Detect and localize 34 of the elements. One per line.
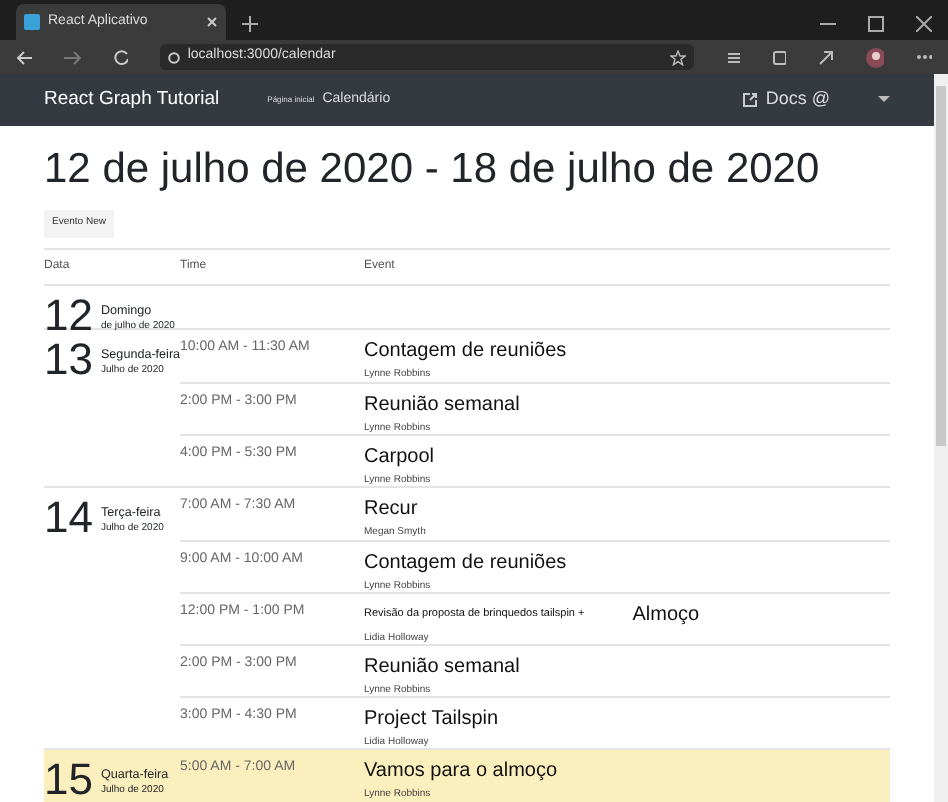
event-subject: Project Tailspin bbox=[364, 708, 501, 731]
close-icon[interactable] bbox=[206, 16, 218, 28]
star-icon[interactable] bbox=[669, 49, 686, 65]
day-number: 12 bbox=[44, 294, 93, 329]
event-subject: Reunião semanal bbox=[364, 656, 522, 679]
share-icon[interactable] bbox=[818, 49, 834, 65]
brand-link[interactable]: React Graph Tutorial bbox=[44, 85, 220, 115]
favorites-icon[interactable] bbox=[725, 49, 740, 65]
forward-icon[interactable] bbox=[64, 49, 81, 65]
maximize-icon[interactable] bbox=[868, 16, 884, 32]
docs-link[interactable]: Docs @ bbox=[741, 86, 830, 114]
event-subject: Contagem de reuniões bbox=[364, 552, 569, 575]
day-number: 13 bbox=[44, 338, 93, 389]
event-subject: Vamos para o almoço bbox=[364, 760, 560, 783]
day-number: 14 bbox=[44, 496, 93, 547]
scrollbar[interactable] bbox=[934, 74, 948, 802]
event-subject: Carpool bbox=[364, 446, 437, 469]
day-number: 15 bbox=[44, 758, 93, 802]
collections-icon[interactable] bbox=[771, 49, 787, 65]
event-subject: Reunião semanal bbox=[364, 394, 522, 417]
external-link-icon bbox=[741, 91, 758, 108]
avatar-icon[interactable] bbox=[865, 47, 884, 67]
refresh-icon[interactable] bbox=[113, 49, 128, 65]
caret-icon[interactable] bbox=[878, 95, 890, 104]
page-heading: 12 de julho de 2020 - 18 de julho de 2020 bbox=[44, 145, 822, 193]
close-icon[interactable] bbox=[916, 16, 932, 32]
new-tab-icon[interactable] bbox=[242, 16, 258, 32]
event-subject: Almoço bbox=[632, 604, 700, 627]
back-icon[interactable] bbox=[16, 49, 33, 65]
info-icon bbox=[167, 51, 180, 63]
app-icon bbox=[24, 14, 40, 30]
event-subject: Recur bbox=[364, 498, 420, 521]
event-subject: Contagem de reuniões bbox=[364, 340, 569, 363]
more-icon[interactable] bbox=[915, 54, 932, 60]
